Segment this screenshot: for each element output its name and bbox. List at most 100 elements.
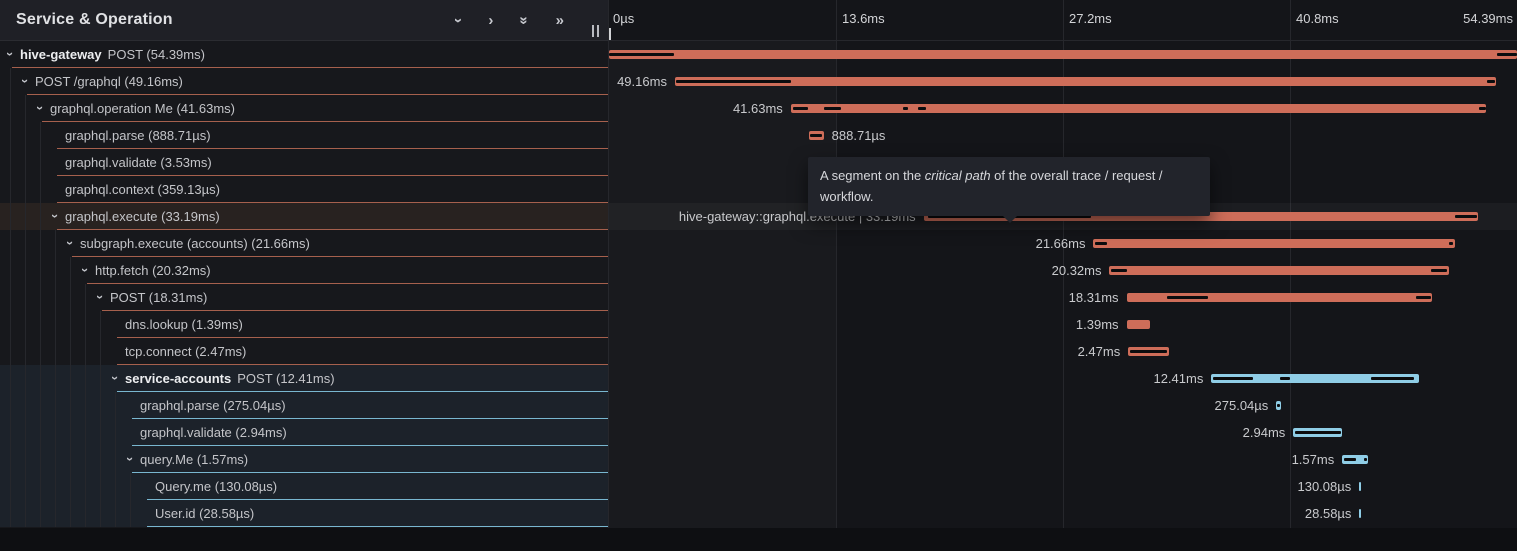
collapse-chevron-icon[interactable]: › [19, 75, 31, 87]
collapse-chevron-icon[interactable]: › [49, 210, 61, 222]
span-bar[interactable] [609, 50, 1517, 59]
indent-guide [115, 500, 116, 527]
span-bar[interactable] [1127, 320, 1150, 329]
collapse-chevron-icon[interactable]: › [109, 372, 121, 384]
critical-path-segment[interactable] [676, 80, 791, 83]
span-bar[interactable] [1093, 239, 1455, 248]
critical-path-segment[interactable] [1497, 53, 1517, 56]
indent-guide [85, 419, 86, 446]
indent-guide [25, 284, 26, 311]
span-tree-row[interactable]: ›graphql.operation Me (41.63ms) [0, 95, 608, 122]
indent-guide [55, 311, 56, 338]
span-label: subgraph.execute (accounts) (21.66ms) [80, 230, 310, 257]
critical-path-segment[interactable] [1213, 377, 1253, 380]
chevron-down-icon[interactable]: › [451, 18, 466, 23]
critical-path-segment[interactable] [1167, 296, 1208, 299]
indent-guide [100, 446, 101, 473]
indent-guide [40, 257, 41, 284]
collapse-chevron-icon[interactable]: › [64, 237, 76, 249]
collapse-chevron-icon[interactable]: › [34, 102, 46, 114]
indent-guide [100, 500, 101, 527]
timeline-row: 1.39ms [609, 311, 1517, 338]
span-bar[interactable] [1359, 509, 1361, 518]
critical-path-segment[interactable] [810, 134, 822, 137]
indent-guide [85, 365, 86, 392]
span-tree-row[interactable]: ›POST (18.31ms) [0, 284, 608, 311]
chevron-right-icon[interactable]: › [488, 13, 493, 28]
span-tree-row[interactable]: ›http.fetch (20.32ms) [0, 257, 608, 284]
indent-guide [25, 311, 26, 338]
span-duration-label: 2.94ms [1243, 419, 1286, 446]
panel-resize-handle[interactable] [592, 25, 601, 37]
span-tree-row[interactable]: graphql.parse (275.04µs) [0, 392, 608, 419]
indent-guide [10, 392, 11, 419]
critical-path-segment[interactable] [1344, 458, 1357, 461]
critical-path-segment[interactable] [1455, 215, 1477, 218]
critical-path-segment[interactable] [1487, 80, 1495, 83]
indent-guide [55, 230, 56, 257]
critical-path-segment[interactable] [1295, 431, 1341, 434]
span-tree-row[interactable]: graphql.validate (2.94ms) [0, 419, 608, 446]
critical-path-segment[interactable] [609, 53, 674, 56]
span-tree-row[interactable]: ›service-accountsPOST (12.41ms) [0, 365, 608, 392]
span-label: graphql.validate (3.53ms) [65, 149, 212, 176]
critical-path-segment[interactable] [1111, 269, 1127, 272]
critical-path-segment[interactable] [918, 107, 926, 110]
span-tree-row[interactable]: › POST /graphql (49.16ms) [0, 68, 608, 95]
span-tree-row[interactable]: graphql.validate (3.53ms) [0, 149, 608, 176]
span-tree-row[interactable]: dns.lookup (1.39ms) [0, 311, 608, 338]
critical-path-segment[interactable] [1130, 350, 1167, 353]
span-bar[interactable] [1359, 482, 1361, 491]
span-tree-row[interactable]: graphql.parse (888.71µs) [0, 122, 608, 149]
span-tree-row[interactable]: graphql.context (359.13µs) [0, 176, 608, 203]
critical-path-segment[interactable] [1095, 242, 1107, 245]
span-tree-row[interactable]: ›hive-gatewayPOST (54.39ms) [0, 41, 608, 68]
service-operation-header: Service & Operation ››»» [0, 0, 608, 41]
span-label: User.id (28.58µs) [155, 500, 254, 527]
critical-path-segment[interactable] [1371, 377, 1414, 380]
span-label: POST /graphql (49.16ms) [35, 68, 183, 95]
span-duration-label: 49.16ms [617, 68, 667, 95]
critical-path-segment[interactable] [1449, 242, 1453, 245]
indent-guide [55, 365, 56, 392]
indent-guide [100, 338, 101, 365]
span-bar[interactable] [675, 77, 1496, 86]
critical-path-segment[interactable] [1280, 377, 1290, 380]
critical-path-segment[interactable] [793, 107, 808, 110]
span-tree-row[interactable]: tcp.connect (2.47ms) [0, 338, 608, 365]
service-name: hive-gateway [20, 47, 102, 62]
indent-guide [25, 203, 26, 230]
timeline-row: 1.57ms [609, 446, 1517, 473]
indent-guide [10, 500, 11, 527]
indent-guide [25, 122, 26, 149]
span-label: dns.lookup (1.39ms) [125, 311, 243, 338]
collapse-chevron-icon[interactable]: › [124, 453, 136, 465]
timeline-row: 20.32ms [609, 257, 1517, 284]
trace-viewer: Service & Operation ››»» ›hive-gatewayPO… [0, 0, 1517, 551]
span-tree-row[interactable]: ›graphql.execute (33.19ms) [0, 203, 608, 230]
critical-path-segment[interactable] [903, 107, 908, 110]
collapse-chevron-icon[interactable]: › [4, 48, 16, 60]
indent-guide [10, 419, 11, 446]
span-tree-row[interactable]: User.id (28.58µs) [0, 500, 608, 527]
critical-path-segment[interactable] [1431, 269, 1447, 272]
span-label: graphql.validate (2.94ms) [140, 419, 287, 446]
double-chevron-right-icon[interactable]: » [556, 13, 564, 28]
double-chevron-down-icon[interactable]: » [517, 16, 532, 24]
span-tree-row[interactable]: ›query.Me (1.57ms) [0, 446, 608, 473]
span-tree-row[interactable]: › subgraph.execute (accounts) (21.66ms) [0, 230, 608, 257]
indent-guide [85, 446, 86, 473]
critical-path-segment[interactable] [1277, 404, 1280, 407]
indent-guide [55, 419, 56, 446]
indent-guide [55, 284, 56, 311]
span-tree-row[interactable]: Query.me (130.08µs) [0, 473, 608, 500]
indent-guide [10, 95, 11, 122]
collapse-chevron-icon[interactable]: › [94, 291, 106, 303]
collapse-chevron-icon[interactable]: › [79, 264, 91, 276]
span-bar[interactable] [791, 104, 1486, 113]
critical-path-segment[interactable] [824, 107, 841, 110]
critical-path-segment[interactable] [1479, 107, 1487, 110]
critical-path-segment[interactable] [1416, 296, 1431, 299]
span-bar[interactable] [1109, 266, 1448, 275]
indent-guide [40, 419, 41, 446]
